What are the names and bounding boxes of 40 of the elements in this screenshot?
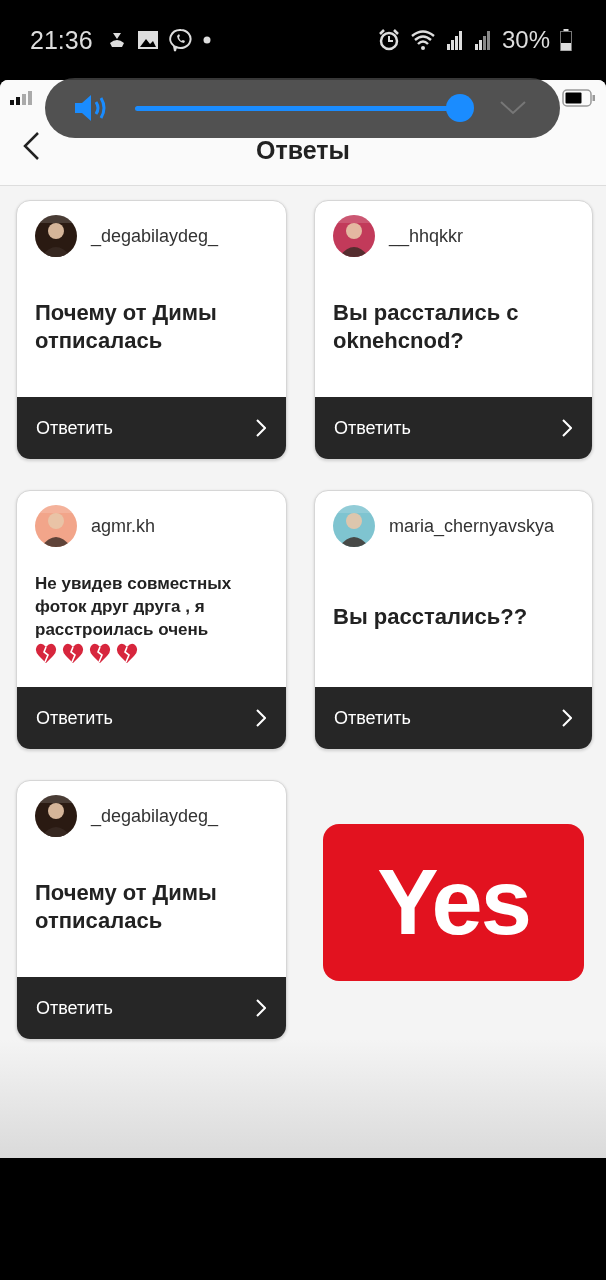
dot-icon [202,36,211,44]
username: _degabilaydeg_ [91,805,219,827]
username: __hhqkkr [389,225,464,247]
broken-heart-icon [89,642,111,663]
reply-button[interactable]: Ответить [17,977,286,1039]
chevron-down-icon[interactable] [500,101,526,115]
image-icon [136,30,159,50]
chevron-right-icon [256,419,266,437]
chevron-right-icon [256,709,266,727]
broken-heart-icon [35,642,57,663]
volume-slider-thumb[interactable] [446,93,474,122]
battery-icon [560,29,572,51]
signal-icon [445,30,464,50]
chevron-right-icon [256,999,266,1017]
status-time: 21:36 [30,25,93,55]
chevron-right-icon [562,709,572,727]
username: maria_chernyavskya [389,515,555,537]
reply-button[interactable]: Ответить [17,397,286,459]
yes-sticker: Yes [323,824,584,981]
phone-chat-icon [168,28,193,52]
question-text: Вы расстались?? [333,603,529,631]
battery-icon [562,88,596,107]
reply-button[interactable]: Ответить [17,687,286,749]
question-text: Не увидев совместных фоток друг друга , я расстроилась очень [35,572,233,641]
back-icon[interactable] [22,131,40,161]
broken-heart-icon [62,642,84,663]
username: _degabilaydeg_ [91,225,219,247]
battery-percent: 30% [501,26,550,54]
page-title: Ответы [256,135,350,165]
username: agmr.kh [91,515,156,537]
question-text: Вы расстались с oknehcnod? [333,299,520,355]
chevron-right-icon [562,419,572,437]
alarm-icon [377,29,400,51]
question-text: Почему от Димы отписалась [35,879,218,935]
reply-button[interactable]: Ответить [315,687,592,749]
wifi-icon [409,29,436,51]
reply-button[interactable]: Ответить [315,397,592,459]
signal-icon [473,30,492,50]
broken-heart-icon [116,642,138,663]
question-text: Почему от Димы отписалась [35,299,218,355]
